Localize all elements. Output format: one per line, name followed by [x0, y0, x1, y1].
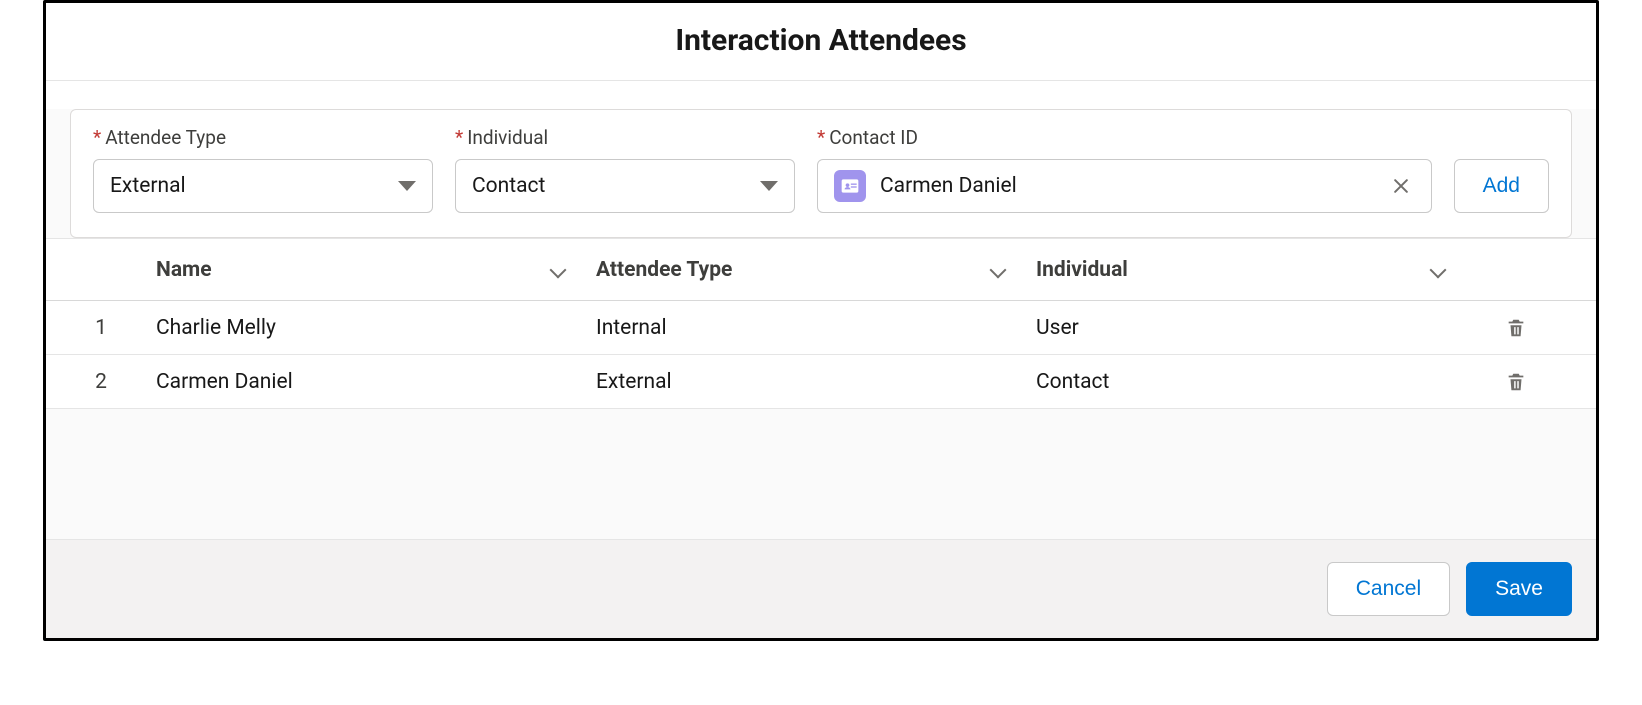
clear-contact-icon[interactable] — [1387, 172, 1415, 200]
dialog-interaction-attendees: Interaction Attendees * Attendee Type Ex… — [43, 0, 1599, 641]
label-contact-id: * Contact ID — [817, 126, 1432, 149]
dialog-title: Interaction Attendees — [46, 23, 1596, 58]
select-attendee-type[interactable]: External — [93, 159, 433, 213]
col-name-label: Name — [156, 258, 212, 282]
field-individual: * Individual Contact — [455, 126, 795, 213]
dialog-header: Interaction Attendees — [46, 3, 1596, 81]
cell-name: Charlie Melly — [156, 316, 596, 340]
label-individual-text: Individual — [467, 126, 548, 149]
chevron-down-icon — [990, 261, 1008, 279]
select-individual-value: Contact — [472, 174, 760, 198]
required-star: * — [93, 126, 101, 149]
label-individual: * Individual — [455, 126, 795, 149]
attendee-form: * Attendee Type External * Individual Co… — [70, 109, 1572, 238]
label-attendee-type-text: Attendee Type — [105, 126, 226, 149]
grid-header: Name Attendee Type Individual — [46, 239, 1596, 301]
field-attendee-type: * Attendee Type External — [93, 126, 433, 213]
select-attendee-type-value: External — [110, 174, 398, 198]
cell-attendee-type: Internal — [596, 316, 1036, 340]
lookup-contact-id-value: Carmen Daniel — [880, 174, 1373, 198]
delete-row-button[interactable] — [1476, 371, 1556, 393]
required-star: * — [455, 126, 463, 149]
dialog-footer: Cancel Save — [46, 539, 1596, 638]
chevron-down-icon — [398, 181, 416, 191]
col-name[interactable]: Name — [156, 258, 596, 282]
label-contact-id-text: Contact ID — [829, 126, 918, 149]
table-row: 1 Charlie Melly Internal User — [46, 301, 1596, 355]
row-index: 1 — [46, 316, 156, 340]
lookup-contact-id[interactable]: Carmen Daniel — [817, 159, 1432, 213]
row-index: 2 — [46, 370, 156, 394]
cell-individual: Contact — [1036, 370, 1476, 394]
table-row: 2 Carmen Daniel External Contact — [46, 355, 1596, 409]
cell-individual: User — [1036, 316, 1476, 340]
chevron-down-icon — [1430, 261, 1448, 279]
dialog-body: * Attendee Type External * Individual Co… — [46, 109, 1596, 539]
chevron-down-icon — [760, 181, 778, 191]
add-button-col: Add — [1454, 159, 1549, 213]
required-star: * — [817, 126, 825, 149]
cell-attendee-type: External — [596, 370, 1036, 394]
label-attendee-type: * Attendee Type — [93, 126, 433, 149]
chevron-down-icon — [550, 261, 568, 279]
cancel-button[interactable]: Cancel — [1327, 562, 1450, 616]
field-contact-id: * Contact ID Carmen Daniel — [817, 126, 1432, 213]
attendees-grid: Name Attendee Type Individual 1 Charlie … — [46, 238, 1596, 409]
save-button[interactable]: Save — [1466, 562, 1572, 616]
col-individual-label: Individual — [1036, 258, 1128, 282]
col-attendee-type[interactable]: Attendee Type — [596, 258, 1036, 282]
col-individual[interactable]: Individual — [1036, 258, 1476, 282]
grid-empty-area — [46, 409, 1596, 539]
delete-row-button[interactable] — [1476, 317, 1556, 339]
cell-name: Carmen Daniel — [156, 370, 596, 394]
contact-icon — [834, 170, 866, 202]
select-individual[interactable]: Contact — [455, 159, 795, 213]
col-attendee-type-label: Attendee Type — [596, 258, 732, 282]
add-button[interactable]: Add — [1454, 159, 1549, 213]
